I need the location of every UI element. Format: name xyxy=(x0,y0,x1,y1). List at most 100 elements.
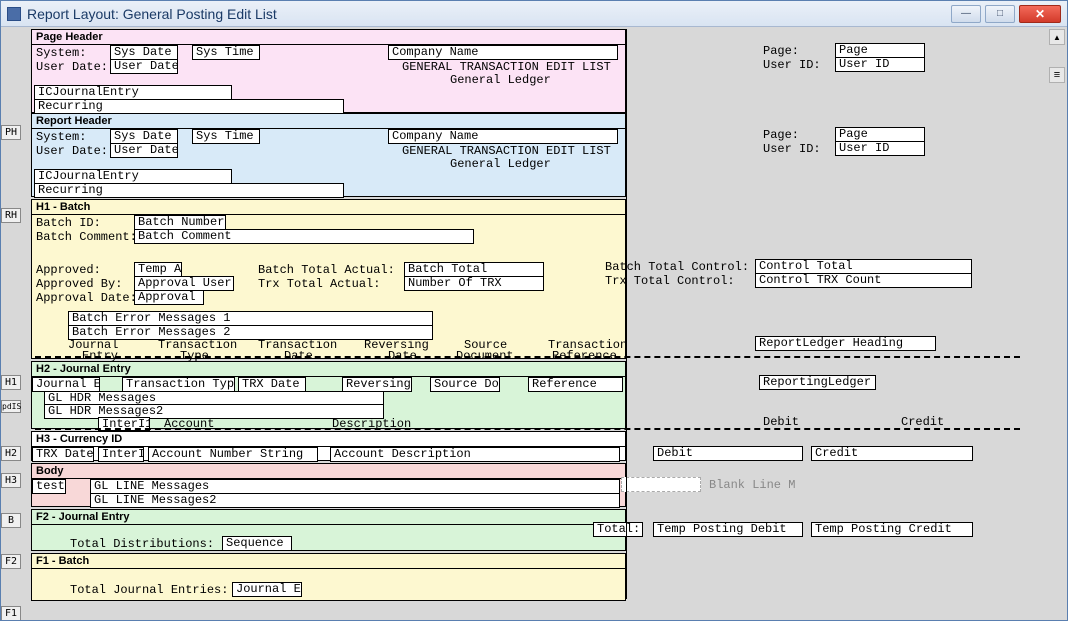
page-field[interactable]: Page xyxy=(835,127,925,142)
section-f1-batch[interactable]: F1 - Batch Total Journal Entries: Journa… xyxy=(31,553,626,601)
recurring-field[interactable]: Recurring xyxy=(34,183,344,198)
sys-time-field[interactable]: Sys Time xyxy=(192,129,260,144)
transaction-typ-field[interactable]: Transaction Typ xyxy=(122,377,235,392)
section-title: F1 - Batch xyxy=(32,554,625,569)
journal-e-field[interactable]: Journal E xyxy=(232,582,302,597)
temp-posting-debit-field[interactable]: Temp Posting Debit xyxy=(653,522,803,537)
sys-time-field[interactable]: Sys Time xyxy=(192,45,260,60)
batch-comment-label: Batch Comment: xyxy=(36,230,137,244)
batch-comment-field[interactable]: Batch Comment xyxy=(134,229,474,244)
control-total-field[interactable]: Control Total xyxy=(755,259,972,274)
trx-total-actual-label: Trx Total Actual: xyxy=(258,277,380,291)
body-ext-field[interactable] xyxy=(621,477,701,492)
userid-field[interactable]: User ID xyxy=(835,57,925,72)
user-date-label: User Date: xyxy=(36,60,108,74)
marker-b: B xyxy=(1,513,21,528)
reversing-field[interactable]: Reversing xyxy=(342,377,412,392)
section-report-header[interactable]: Report Header System: User Date: Sys Dat… xyxy=(31,113,626,197)
userid-label: User ID: xyxy=(763,58,821,72)
sys-date-field[interactable]: Sys Date xyxy=(110,45,178,60)
company-name-field[interactable]: Company Name xyxy=(388,45,618,60)
report-ledger-heading-field[interactable]: ReportLedger Heading xyxy=(755,336,936,351)
system-label: System: xyxy=(36,46,86,60)
approved-label: Approved: xyxy=(36,263,101,277)
number-of-trx-field[interactable]: Number Of TRX xyxy=(404,276,544,291)
subtitle2: General Ledger xyxy=(450,73,551,87)
trx-total-control-label: Trx Total Control: xyxy=(605,274,735,288)
account-description-field[interactable]: Account Description xyxy=(330,447,620,462)
section-title: Page Header xyxy=(32,30,625,45)
titlebar[interactable]: Report Layout: General Posting Edit List… xyxy=(1,1,1067,27)
user-date-label: User Date: xyxy=(36,144,108,158)
section-title: H3 - Currency ID xyxy=(32,432,625,447)
gl-line1-field[interactable]: GL LINE Messages xyxy=(90,479,620,494)
approved-by-label: Approved By: xyxy=(36,277,122,291)
blank-line-label: Blank Line M xyxy=(709,478,795,492)
total-dist-label: Total Distributions: xyxy=(70,537,214,551)
marker-h3: H3 xyxy=(1,473,21,488)
control-trx-count-field[interactable]: Control TRX Count xyxy=(755,273,972,288)
source-do-field[interactable]: Source Do xyxy=(430,377,500,392)
recurring-field[interactable]: Recurring xyxy=(34,99,344,114)
section-h1-batch[interactable]: H1 - Batch Batch ID: Batch Number Batch … xyxy=(31,199,626,359)
userid-field[interactable]: User ID xyxy=(835,141,925,156)
user-date-field[interactable]: User Date xyxy=(110,143,178,158)
marker-f2: F2 xyxy=(1,554,21,569)
system-label: System: xyxy=(36,130,86,144)
total-je-label: Total Journal Entries: xyxy=(70,583,228,597)
reporting-ledger-field[interactable]: ReportingLedger xyxy=(759,375,876,390)
sidebar-toggle-icon[interactable]: ≡ xyxy=(1049,67,1065,83)
section-body[interactable]: Body test GL LINE Messages GL LINE Messa… xyxy=(31,463,626,507)
section-title: F2 - Journal Entry xyxy=(32,510,625,525)
section-f2-journal[interactable]: F2 - Journal Entry Total Distributions: … xyxy=(31,509,626,551)
scroll-up-button[interactable]: ▲ xyxy=(1049,29,1065,45)
window-title: Report Layout: General Posting Edit List xyxy=(27,6,951,22)
marker-h2: H2 xyxy=(1,446,21,461)
approval-date-label: Approval Date: xyxy=(36,291,137,305)
marker-f1: F1 xyxy=(1,606,21,620)
trx-date-field[interactable]: TRX Date xyxy=(238,377,306,392)
maximize-button[interactable]: □ xyxy=(985,5,1015,23)
page-field[interactable]: Page xyxy=(835,43,925,58)
minimize-button[interactable]: — xyxy=(951,5,981,23)
approval-date-field[interactable]: Approval 1 xyxy=(134,290,204,305)
section-h2-journal[interactable]: H2 - Journal Entry Journal E Transaction… xyxy=(31,361,626,429)
temp-a-field[interactable]: Temp A xyxy=(134,262,182,277)
page-label: Page: xyxy=(763,44,799,58)
trx-date-field[interactable]: TRX Date xyxy=(32,447,94,462)
section-h3-currency[interactable]: H3 - Currency ID TRX Date InterI Account… xyxy=(31,431,626,461)
test-field[interactable]: test xyxy=(32,479,66,494)
batch-total-actual-label: Batch Total Actual: xyxy=(258,263,395,277)
batch-number-field[interactable]: Batch Number xyxy=(134,215,226,230)
debit-label: Debit xyxy=(763,415,799,429)
ic-field[interactable]: ICJournalEntry xyxy=(34,85,232,100)
company-name-field[interactable]: Company Name xyxy=(388,129,618,144)
sequence-field[interactable]: Sequence 1 xyxy=(222,536,292,551)
approval-user-field[interactable]: Approval User xyxy=(134,276,234,291)
journal-e-field[interactable]: Journal E xyxy=(32,377,100,392)
marker-pdis: pdIS xyxy=(1,400,21,413)
close-button[interactable]: ✕ xyxy=(1019,5,1061,23)
interi-field[interactable]: InterI xyxy=(98,447,144,462)
batch-total-field[interactable]: Batch Total xyxy=(404,262,544,277)
temp-posting-credit-field[interactable]: Temp Posting Credit xyxy=(811,522,973,537)
debit-field[interactable]: Debit xyxy=(653,446,803,461)
section-title: H2 - Journal Entry xyxy=(32,362,625,377)
account-number-field[interactable]: Account Number String xyxy=(148,447,318,462)
sys-date-field[interactable]: Sys Date xyxy=(110,129,178,144)
subtitle1: GENERAL TRANSACTION EDIT LIST xyxy=(402,144,611,158)
ic-field[interactable]: ICJournalEntry xyxy=(34,169,232,184)
reference-field[interactable]: Reference xyxy=(528,377,623,392)
section-title: Report Header xyxy=(32,114,625,129)
section-title: Body xyxy=(32,464,625,479)
total-label-field[interactable]: Total: xyxy=(593,522,643,537)
batch-error-1-field[interactable]: Batch Error Messages 1 xyxy=(68,311,433,326)
credit-label: Credit xyxy=(901,415,944,429)
marker-h1: H1 xyxy=(1,375,21,390)
app-icon xyxy=(7,7,21,21)
section-page-header[interactable]: Page Header System: User Date: Sys Date … xyxy=(31,29,626,113)
gl-line2-field[interactable]: GL LINE Messages2 xyxy=(90,493,620,508)
credit-field[interactable]: Credit xyxy=(811,446,973,461)
user-date-field[interactable]: User Date xyxy=(110,59,178,74)
subtitle1: GENERAL TRANSACTION EDIT LIST xyxy=(402,60,611,74)
